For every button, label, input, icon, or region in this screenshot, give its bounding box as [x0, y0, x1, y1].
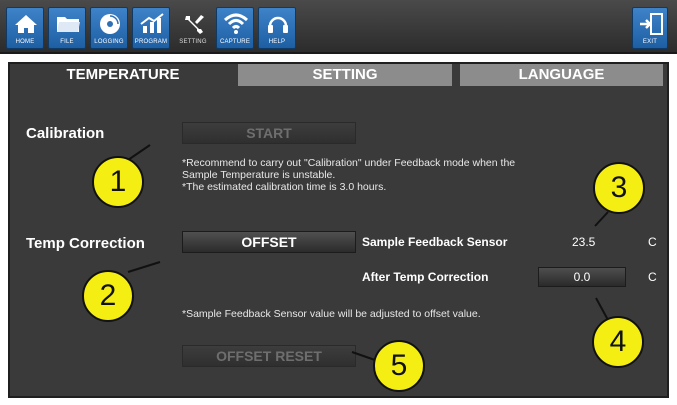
start-button[interactable]: START [182, 122, 356, 144]
calibration-note-1: *Recommend to carry out "Calibration" un… [182, 157, 516, 169]
program-button[interactable]: PROGRAM [132, 7, 170, 49]
after-temp-correction-label: After Temp Correction [362, 270, 489, 284]
home-button-label: HOME [15, 39, 35, 45]
program-button-label: PROGRAM [134, 39, 168, 45]
offset-reset-button[interactable]: OFFSET RESET [182, 345, 356, 367]
home-button[interactable]: HOME [6, 7, 44, 49]
file-button[interactable]: FILE [48, 7, 86, 49]
logging-button-label: LOGGING [94, 39, 124, 45]
wrench-icon [185, 15, 204, 34]
temp-correction-label: Temp Correction [26, 235, 145, 252]
callout-3: 3 [593, 162, 645, 214]
callout-4: 4 [592, 316, 644, 368]
exit-button[interactable]: EXIT [632, 7, 668, 49]
help-button[interactable]: HELP [258, 7, 296, 49]
headset-icon [268, 16, 288, 33]
setting-button-label: SETTING [179, 39, 207, 45]
callout-5: 5 [373, 340, 425, 392]
exit-button-label: EXIT [642, 39, 658, 45]
offset-button[interactable]: OFFSET [182, 231, 356, 253]
chart-icon [140, 13, 164, 33]
calibration-label: Calibration [26, 125, 105, 142]
help-button-label: HELP [268, 39, 286, 45]
tab-setting[interactable]: SETTING [238, 64, 452, 86]
toolbar: HOME FILE LOGGING PROGRAM SETTING CAPTUR… [0, 0, 677, 54]
after-temp-correction-unit: C [648, 270, 657, 284]
settings-panel: TEMPERATURE SETTING LANGUAGE Calibration… [8, 62, 669, 398]
capture-button[interactable]: CAPTURE [216, 7, 254, 49]
calibration-note-2: Sample Temperature is unstable. [182, 169, 336, 181]
tab-language[interactable]: LANGUAGE [460, 64, 663, 86]
exit-icon [640, 13, 663, 35]
tab-temperature[interactable]: TEMPERATURE [18, 64, 228, 86]
sample-feedback-sensor-label: Sample Feedback Sensor [362, 235, 508, 249]
home-icon [15, 15, 37, 33]
offset-note: *Sample Feedback Sensor value will be ad… [182, 308, 481, 320]
disc-icon [100, 14, 120, 34]
calibration-note-3: *The estimated calibration time is 3.0 h… [182, 181, 387, 193]
callout-2: 2 [82, 270, 134, 322]
after-temp-correction-value[interactable]: 0.0 [538, 267, 626, 287]
sample-feedback-sensor-value: 23.5 [572, 235, 596, 249]
folder-icon [57, 17, 80, 32]
sample-feedback-sensor-unit: C [648, 235, 657, 249]
file-button-label: FILE [60, 39, 74, 45]
wifi-icon [223, 13, 249, 34]
capture-button-label: CAPTURE [219, 39, 251, 45]
setting-button[interactable]: SETTING [174, 7, 212, 49]
callout-1: 1 [92, 156, 144, 208]
logging-button[interactable]: LOGGING [90, 7, 128, 49]
